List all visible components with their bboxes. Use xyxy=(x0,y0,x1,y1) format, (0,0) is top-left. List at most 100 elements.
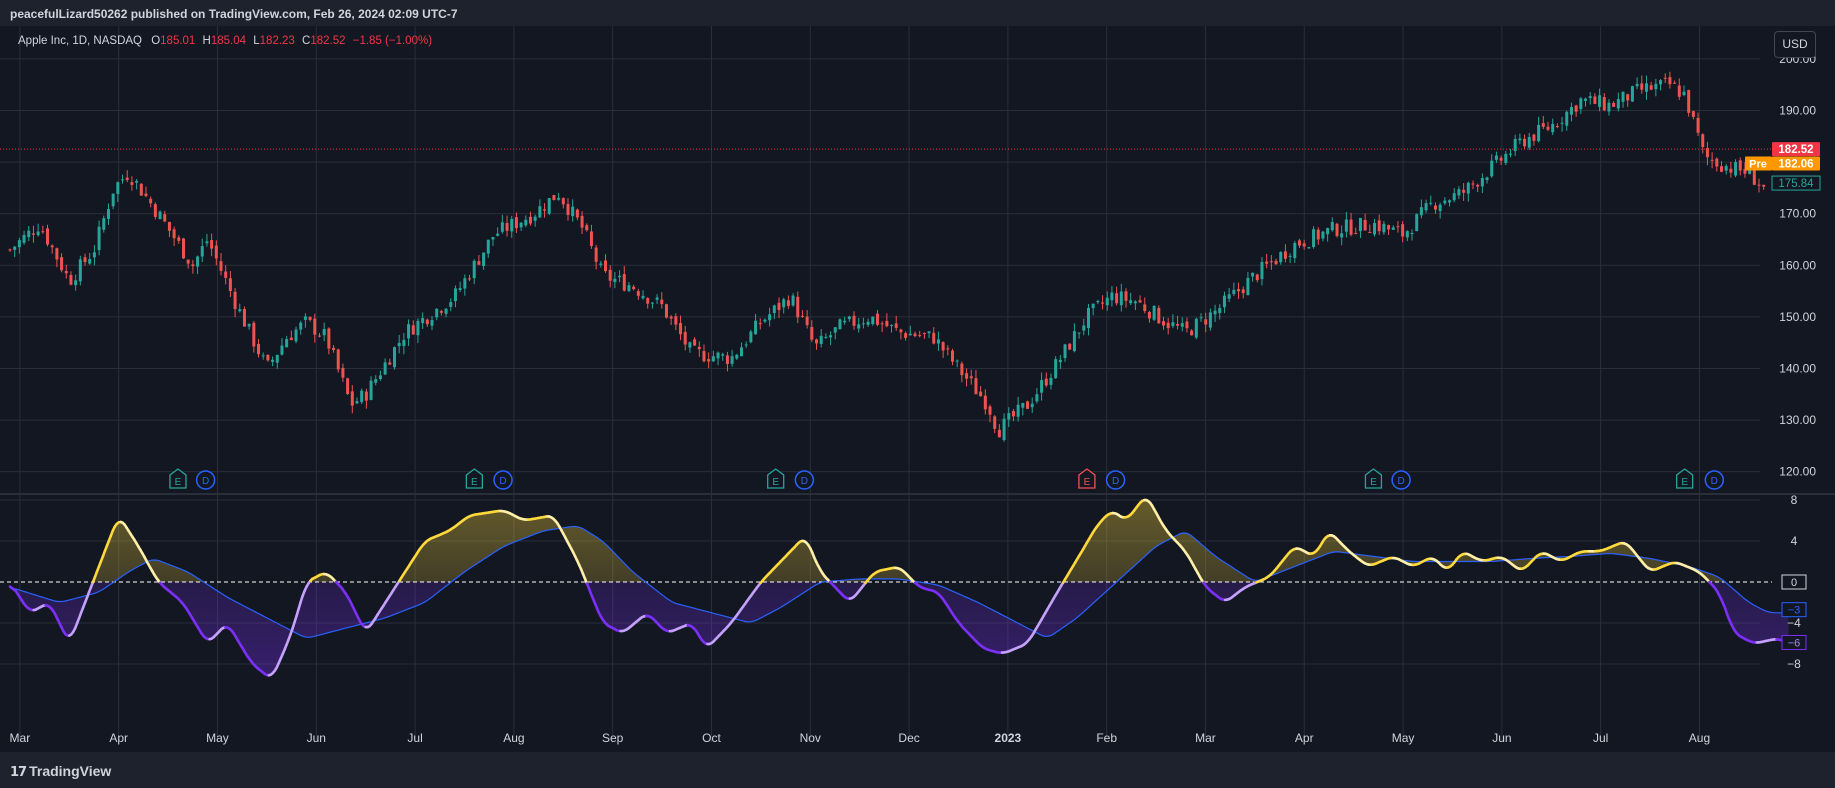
candle-body xyxy=(1387,225,1391,230)
candle-body xyxy=(1363,219,1367,231)
candle-body xyxy=(1213,310,1217,315)
candle-body xyxy=(1476,184,1480,187)
osc-axis-label: 4 xyxy=(1791,534,1798,548)
candle-body xyxy=(1757,184,1761,186)
candle-body xyxy=(200,246,204,257)
zero-tag[interactable]: 0 xyxy=(1781,574,1807,590)
candle-body xyxy=(697,346,701,350)
candle-body xyxy=(271,359,275,362)
candle-body xyxy=(711,356,715,362)
marker-price-tag[interactable]: 175.84 xyxy=(1771,175,1821,191)
candle-body xyxy=(500,222,504,232)
open-value: 185.01 xyxy=(160,35,196,47)
osc-axis-label: 8 xyxy=(1791,493,1798,507)
candle-body xyxy=(1007,413,1011,420)
candle-body xyxy=(791,295,795,306)
candle-body xyxy=(622,274,626,291)
candle-body xyxy=(1588,96,1592,99)
candle-body xyxy=(322,329,326,336)
candle-body xyxy=(580,215,584,228)
candle-body xyxy=(538,206,542,218)
pre-label-text: Pre xyxy=(1749,158,1767,170)
candle-body xyxy=(636,291,640,296)
candle-body xyxy=(1321,231,1325,239)
dividend-letter: D xyxy=(801,476,808,487)
candle-body xyxy=(1274,260,1278,265)
candle-body xyxy=(1222,295,1226,308)
candle-body xyxy=(875,313,879,325)
candle-body xyxy=(1584,98,1588,101)
candle-body xyxy=(486,239,490,254)
candle-body xyxy=(1673,82,1677,84)
candle-body xyxy=(810,327,814,340)
signal-value-tag-text: −3 xyxy=(1788,605,1801,617)
dividend-event-icon[interactable]: D xyxy=(794,470,815,490)
candle-body xyxy=(1021,403,1025,408)
candle-body xyxy=(1551,123,1555,133)
candle-body xyxy=(688,342,692,348)
candle-body xyxy=(1762,184,1766,187)
candle-body xyxy=(1269,261,1273,263)
dividend-event-icon[interactable]: D xyxy=(195,470,216,490)
candle-body xyxy=(1710,159,1714,161)
time-axis-label: Jun xyxy=(307,731,326,745)
candle-body xyxy=(242,309,246,327)
candle-body xyxy=(458,288,462,290)
candle-body xyxy=(1640,83,1644,90)
candle-body xyxy=(1288,255,1292,257)
signal-value-tag[interactable]: −3 xyxy=(1781,602,1807,618)
dividend-event-icon[interactable]: D xyxy=(493,470,513,490)
candle-body xyxy=(852,315,856,326)
candle-body xyxy=(280,345,284,355)
candle-body xyxy=(1518,138,1522,141)
candle-body xyxy=(41,231,45,233)
candle-body xyxy=(1058,359,1062,363)
candle-body xyxy=(1335,223,1339,237)
time-axis-label: May xyxy=(206,731,229,745)
candle-body xyxy=(1579,98,1583,110)
tradingview-logo[interactable]: 17 TradingView xyxy=(10,762,111,780)
dividend-event-icon[interactable]: D xyxy=(1391,470,1411,490)
candle-body xyxy=(575,209,579,218)
time-axis-label: Oct xyxy=(702,731,721,745)
candle-body xyxy=(1016,404,1020,417)
candle-body xyxy=(393,347,397,368)
candle-body xyxy=(1377,220,1381,232)
candle-body xyxy=(1326,228,1330,235)
candle-body xyxy=(411,325,415,335)
pre-market-tag[interactable]: Pre 182.06 xyxy=(1745,156,1820,171)
candle-body xyxy=(383,362,387,375)
candle-body xyxy=(341,367,345,378)
candle-body xyxy=(181,238,185,259)
last-price-tag[interactable]: 182.52 xyxy=(1772,142,1820,157)
time-axis-label: Mar xyxy=(10,731,31,745)
candle-body xyxy=(261,355,265,357)
candle-body xyxy=(317,335,321,337)
chart-area[interactable]: E D E D E D E D E D E D 120.00 130.00 140.00 150.00 160… xyxy=(0,26,1835,752)
candle-body xyxy=(247,323,251,327)
candle-body xyxy=(547,198,551,214)
dividend-event-icon[interactable]: D xyxy=(1704,470,1725,490)
candle-body xyxy=(1457,189,1461,196)
candle-body xyxy=(135,180,139,183)
candle-body xyxy=(885,320,889,327)
candle-body xyxy=(744,344,748,346)
symbol-label[interactable]: Apple Inc, 1D, NASDAQ xyxy=(18,35,142,47)
time-axis-label: Jun xyxy=(1492,731,1511,745)
pre-value-text: 182.06 xyxy=(1778,158,1813,170)
candle-body xyxy=(439,311,443,313)
candle-body xyxy=(1616,99,1620,109)
candle-body xyxy=(1101,302,1105,304)
candle-body xyxy=(1532,134,1536,141)
dividend-event-icon[interactable]: D xyxy=(1105,470,1126,490)
candle-body xyxy=(1602,97,1606,111)
candle-body xyxy=(355,401,359,404)
candle-body xyxy=(472,260,476,279)
currency-button[interactable]: USD xyxy=(1774,31,1816,58)
candle-body xyxy=(1598,95,1602,107)
candle-body xyxy=(721,354,725,356)
candle-body xyxy=(904,333,908,338)
candle-body xyxy=(1166,322,1170,329)
candle-body xyxy=(1452,193,1456,201)
oscillator-value-tag[interactable]: −6 xyxy=(1781,634,1807,650)
